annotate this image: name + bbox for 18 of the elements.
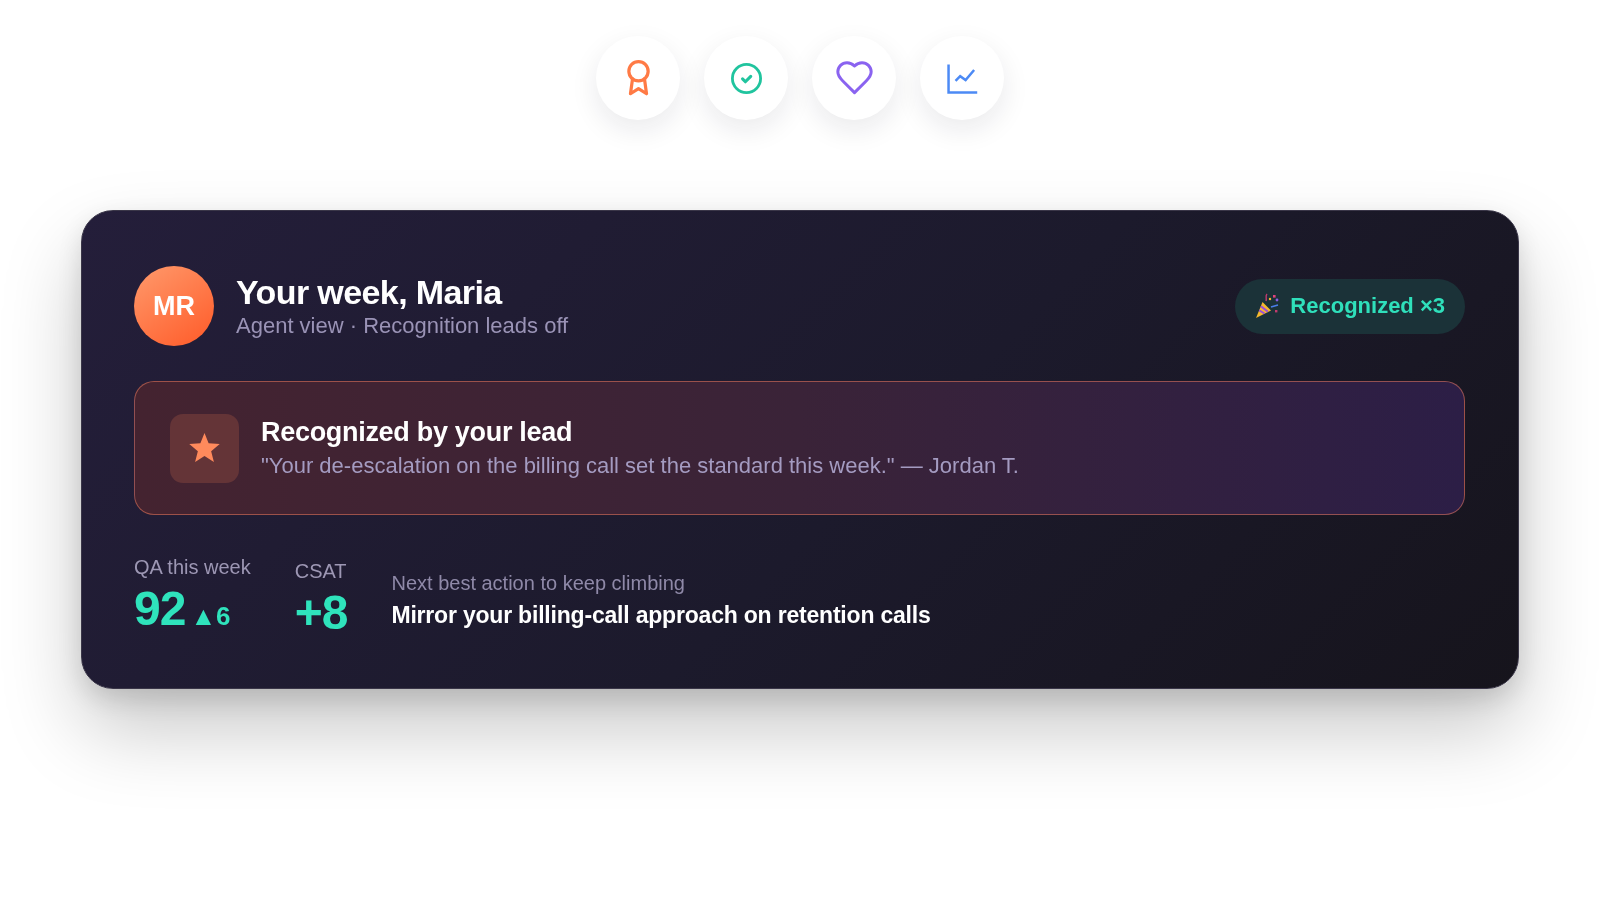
- action-label: Next best action to keep climbing: [391, 571, 686, 595]
- stat-label: CSAT: [294, 558, 348, 584]
- line-chart-icon: [946, 62, 978, 94]
- stat-label: QA this week: [134, 555, 251, 580]
- recognition-quote: "Your de-escalation on the billing call set the standard this week." — Jordan T.: [261, 452, 1019, 480]
- recognition-title: Recognized by your lead: [261, 416, 574, 448]
- badge-label: Recognized ×3: [1290, 293, 1445, 319]
- avatar: MR: [134, 266, 214, 346]
- award-icon: [626, 60, 650, 96]
- check-circle-icon: [730, 62, 762, 94]
- stat-change: ▲6: [190, 600, 231, 633]
- party-popper-icon: [1254, 293, 1281, 319]
- card-subtitle: Agent view · Recognition leads off: [236, 312, 570, 340]
- heart-icon: [835, 61, 873, 95]
- action-text: Mirror your billing-call approach on retention calls: [391, 601, 931, 629]
- card-title: Your week, Maria: [236, 272, 504, 312]
- stat-value: +8: [294, 584, 348, 641]
- stat-value: 92: [134, 581, 186, 637]
